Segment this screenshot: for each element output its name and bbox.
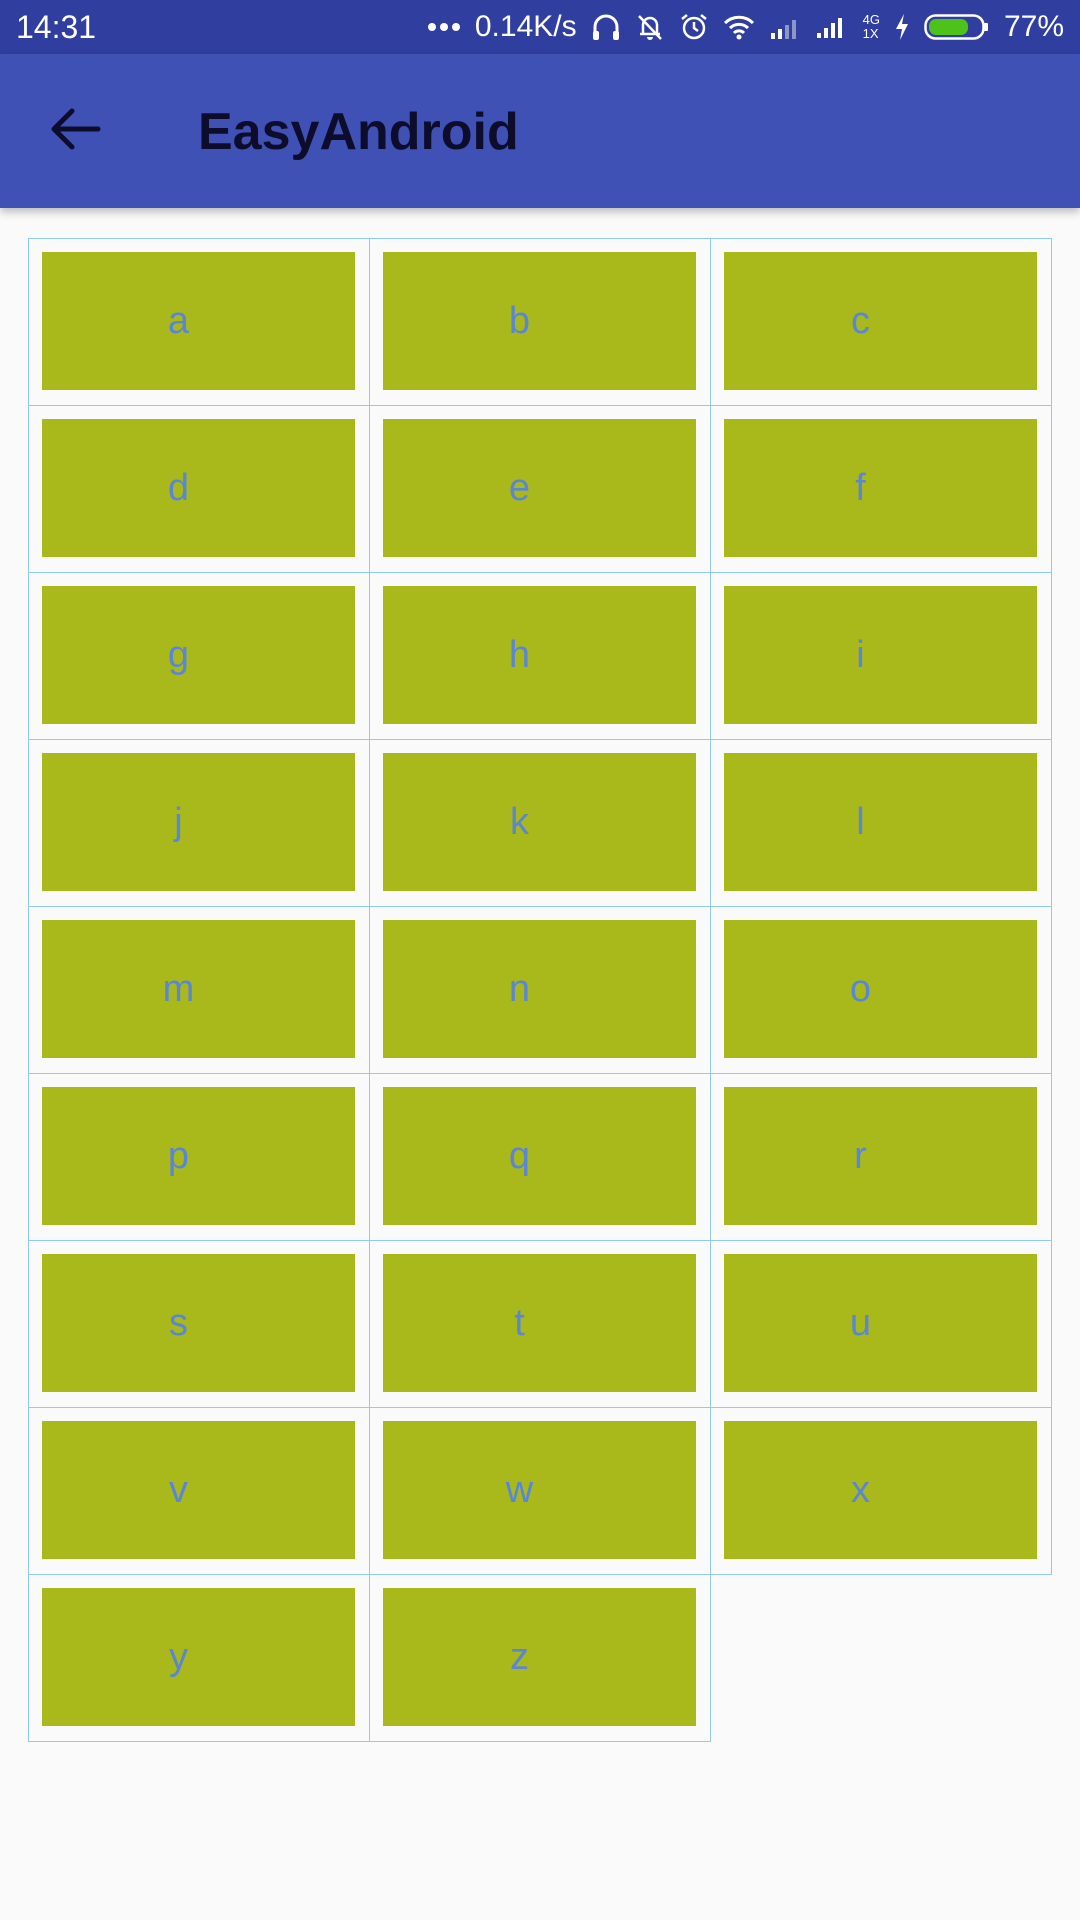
letter-grid: a b c d e f g h i j k l m n o p q r s t … <box>28 238 1052 1742</box>
letter-button-c[interactable]: c <box>724 252 1037 390</box>
letter-button-v[interactable]: v <box>42 1421 355 1559</box>
letter-button-p[interactable]: p <box>42 1087 355 1225</box>
wifi-icon <box>723 14 755 40</box>
letter-button-z[interactable]: z <box>383 1588 696 1726</box>
grid-cell-c: c <box>710 238 1052 406</box>
battery-percent: 77% <box>1003 10 1064 43</box>
grid-cell-m: m <box>28 906 370 1074</box>
grid-cell-e: e <box>369 405 711 573</box>
network-type-label: 4G 1X <box>862 12 880 41</box>
grid-cell-a: a <box>28 238 370 406</box>
back-button[interactable] <box>36 95 116 167</box>
letter-button-m[interactable]: m <box>42 920 355 1058</box>
letter-button-s[interactable]: s <box>42 1254 355 1392</box>
grid-cell-u: u <box>710 1240 1052 1408</box>
letter-button-f[interactable]: f <box>724 419 1037 557</box>
signal-icon <box>769 15 801 39</box>
grid-cell-b: b <box>369 238 711 406</box>
letter-button-n[interactable]: n <box>383 920 696 1058</box>
letter-button-q[interactable]: q <box>383 1087 696 1225</box>
grid-cell-i: i <box>710 572 1052 740</box>
letter-button-r[interactable]: r <box>724 1087 1037 1225</box>
network-speed: 0.14K/s <box>474 10 577 43</box>
letter-button-d[interactable]: d <box>42 419 355 557</box>
letter-button-h[interactable]: h <box>383 586 696 724</box>
letter-button-g[interactable]: g <box>42 586 355 724</box>
letter-button-o[interactable]: o <box>724 920 1037 1058</box>
grid-cell-l: l <box>710 739 1052 907</box>
grid-cell-g: g <box>28 572 370 740</box>
letter-button-u[interactable]: u <box>724 1254 1037 1392</box>
grid-cell-k: k <box>369 739 711 907</box>
battery-icon <box>924 12 990 42</box>
ellipsis-icon <box>427 22 461 32</box>
charging-icon <box>894 13 910 41</box>
headphones-icon <box>591 12 621 42</box>
grid-cell-h: h <box>369 572 711 740</box>
letter-button-x[interactable]: x <box>724 1421 1037 1559</box>
grid-cell-p: p <box>28 1073 370 1241</box>
grid-cell-t: t <box>369 1240 711 1408</box>
grid-cell-x: x <box>710 1407 1052 1575</box>
arrow-left-icon <box>50 106 102 157</box>
grid-cell-o: o <box>710 906 1052 1074</box>
letter-button-b[interactable]: b <box>383 252 696 390</box>
grid-cell-r: r <box>710 1073 1052 1241</box>
letter-button-i[interactable]: i <box>724 586 1037 724</box>
bell-off-icon <box>635 12 665 42</box>
alarm-icon <box>679 12 709 42</box>
letter-button-e[interactable]: e <box>383 419 696 557</box>
letter-button-w[interactable]: w <box>383 1421 696 1559</box>
grid-cell-y: y <box>28 1574 370 1742</box>
status-time: 14:31 <box>16 9 97 45</box>
status-bar: 14:31 0.14K/s 4G 1X 77% <box>0 0 1080 54</box>
letter-button-j[interactable]: j <box>42 753 355 891</box>
grid-cell-j: j <box>28 739 370 907</box>
letter-button-k[interactable]: k <box>383 753 696 891</box>
grid-cell-d: d <box>28 405 370 573</box>
signal-4g-icon <box>815 14 849 40</box>
grid-cell-v: v <box>28 1407 370 1575</box>
letter-button-l[interactable]: l <box>724 753 1037 891</box>
grid-cell-f: f <box>710 405 1052 573</box>
grid-cell-z: z <box>369 1574 711 1742</box>
letter-button-y[interactable]: y <box>42 1588 355 1726</box>
app-bar: EasyAndroid <box>0 54 1080 208</box>
grid-cell-s: s <box>28 1240 370 1408</box>
grid-cell-n: n <box>369 906 711 1074</box>
grid-cell-q: q <box>369 1073 711 1241</box>
letter-button-t[interactable]: t <box>383 1254 696 1392</box>
app-title: EasyAndroid <box>198 103 519 161</box>
letter-button-a[interactable]: a <box>42 252 355 390</box>
status-icons: 0.14K/s 4G 1X 77% <box>427 6 1064 48</box>
grid-cell-w: w <box>369 1407 711 1575</box>
